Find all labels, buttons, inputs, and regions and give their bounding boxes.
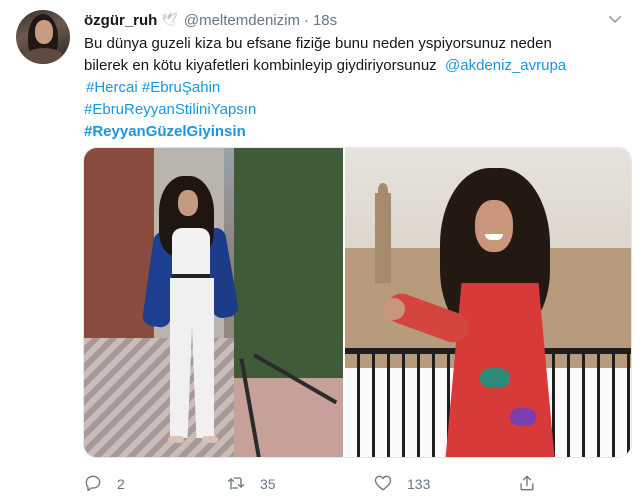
like-count: 133 (407, 476, 431, 492)
tweet-text: Bu dünya guzeli kiza bu efsane fiziğe bu… (84, 33, 629, 143)
retweet-count: 35 (260, 476, 276, 492)
tweet-text-line-1: Bu dünya guzeli kiza bu efsane fiziğe bu… (84, 35, 552, 52)
timestamp[interactable]: 18s (313, 12, 337, 29)
retweet-icon (226, 473, 246, 496)
hashtag-ebrureyyanstilini[interactable]: #EbruReyyanStiliniYapsın (84, 101, 256, 118)
retweet-button[interactable]: 35 (226, 472, 276, 496)
tweet-media (83, 147, 632, 458)
display-name[interactable]: özgür_ruh (84, 12, 157, 29)
separator-dot: · (303, 11, 309, 29)
user-handle[interactable]: @meltemdenizim (184, 12, 300, 29)
reply-icon (83, 473, 103, 496)
tweet-actions: 2 35 133 (83, 472, 632, 496)
hashtag-hercai[interactable]: #Hercai (86, 79, 138, 96)
photo-right[interactable] (345, 148, 631, 457)
share-button[interactable] (517, 472, 537, 496)
like-button[interactable]: 133 (373, 472, 430, 496)
bird-icon: 🕊 (161, 12, 178, 27)
tweet-header: özgür_ruh 🕊 @meltemdenizim · 18s (84, 10, 337, 30)
tweet-text-line-3: #Hercai #EbruŞahin (84, 77, 629, 99)
reply-button[interactable]: 2 (83, 472, 125, 496)
heart-icon (373, 473, 393, 496)
tweet-text-line-2-plain: bilerek en kötu kiyafetleri kombinleyip … (84, 57, 441, 74)
tweet-text-line-4: #EbruReyyanStiliniYapsın (84, 99, 629, 121)
tweet-text-line-2: bilerek en kötu kiyafetleri kombinleyip … (84, 55, 629, 77)
chevron-down-icon[interactable] (604, 10, 626, 28)
hashtag-reyyanguzelgiyinsin[interactable]: #ReyyanGüzelGiyinsin (84, 123, 246, 140)
photo-left[interactable] (84, 148, 344, 457)
mention-link[interactable]: @akdeniz_avrupa (445, 57, 566, 74)
tweet-text-line-5: #ReyyanGüzelGiyinsin (84, 121, 629, 143)
tweet[interactable]: özgür_ruh 🕊 @meltemdenizim · 18s Bu düny… (0, 0, 640, 500)
avatar[interactable] (16, 10, 70, 64)
share-icon (517, 473, 537, 496)
hashtag-ebrusahin[interactable]: #EbruŞahin (142, 79, 220, 96)
reply-count: 2 (117, 476, 125, 492)
